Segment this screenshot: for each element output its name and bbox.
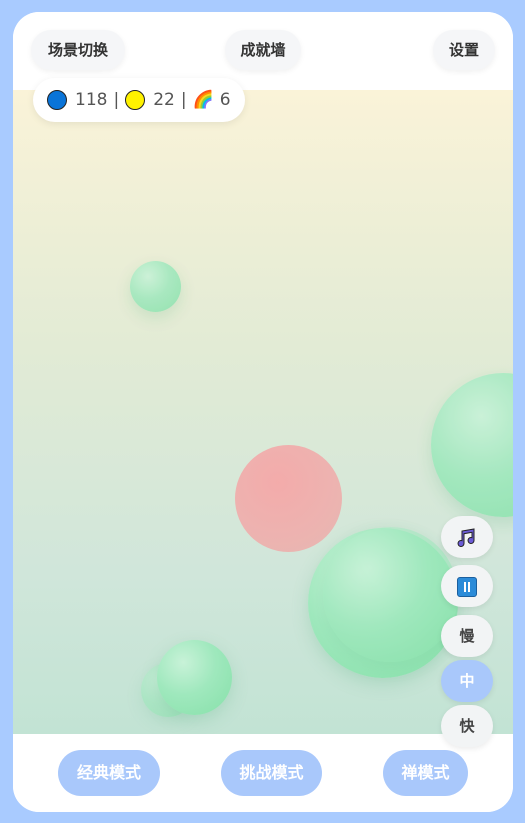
classic-mode-button[interactable]: 经典模式 — [58, 750, 160, 796]
scene-switch-button[interactable]: 场景切换 — [31, 30, 125, 70]
mode-bar: 经典模式 挑战模式 禅模式 — [13, 734, 513, 812]
yellow-bubble-icon — [125, 90, 146, 110]
speed-fast-button[interactable]: 快 — [441, 705, 493, 747]
speed-medium-button[interactable]: 中 — [441, 660, 493, 702]
game-window: 场景切换 成就墙 设置 118 | 22 | 🌈 6 慢 中 快 经典模式 挑战… — [13, 12, 513, 812]
music-toggle-button[interactable] — [441, 516, 493, 558]
bubble[interactable] — [157, 640, 232, 715]
settings-button[interactable]: 设置 — [433, 30, 495, 70]
challenge-mode-button[interactable]: 挑战模式 — [221, 750, 322, 796]
blue-count: 118 — [75, 90, 108, 110]
separator: | — [180, 90, 187, 110]
rainbow-count: 6 — [219, 90, 231, 110]
yellow-count: 22 — [153, 90, 175, 110]
separator: | — [113, 90, 120, 110]
music-note-icon — [457, 527, 475, 547]
game-area[interactable] — [13, 90, 513, 734]
score-counter: 118 | 22 | 🌈 6 — [33, 78, 245, 122]
pause-button[interactable] — [441, 565, 493, 607]
bubble[interactable] — [130, 261, 181, 312]
rainbow-icon: 🌈 — [192, 90, 214, 110]
blue-bubble-icon — [47, 90, 67, 110]
bubble[interactable] — [431, 373, 513, 517]
speed-slow-button[interactable]: 慢 — [441, 615, 493, 657]
bubble[interactable] — [235, 445, 342, 552]
achievements-button[interactable]: 成就墙 — [225, 30, 301, 70]
zen-mode-button[interactable]: 禅模式 — [383, 750, 468, 796]
bubble[interactable] — [323, 527, 458, 662]
pause-icon — [457, 576, 477, 597]
